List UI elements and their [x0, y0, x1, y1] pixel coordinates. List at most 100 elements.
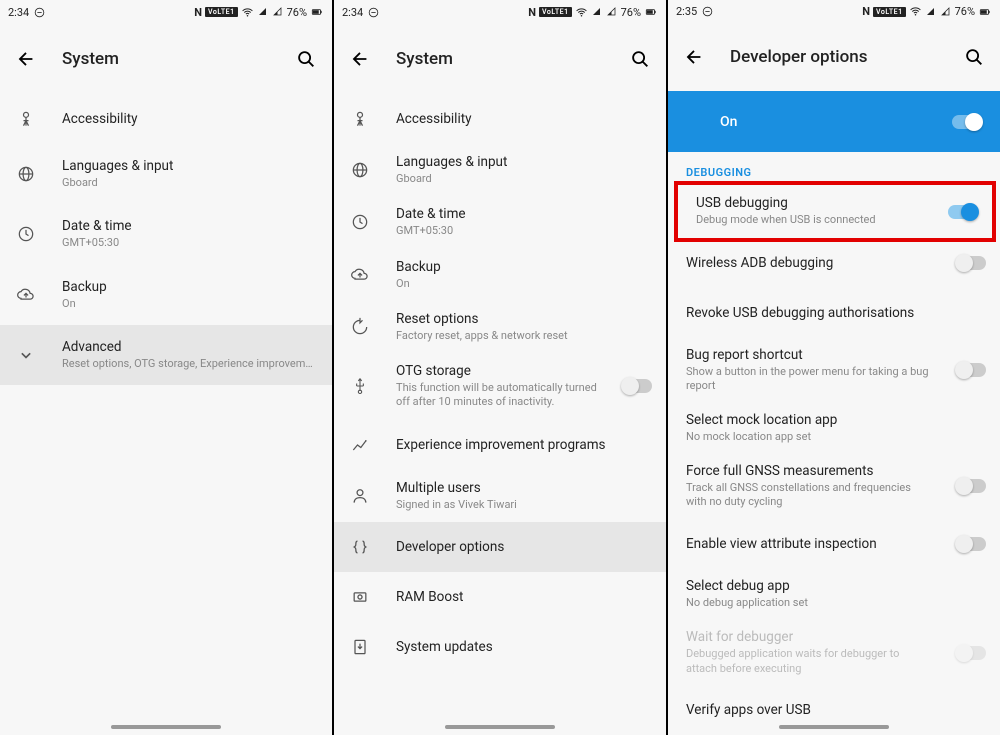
back-button[interactable] [14, 47, 38, 71]
back-icon [349, 48, 371, 70]
accessibility-icon [350, 109, 370, 129]
wifi-icon [575, 6, 588, 19]
item-date-time[interactable]: Date & timeGMT+05:30 [0, 204, 332, 264]
globe-icon [350, 160, 370, 180]
signal-icon [257, 6, 269, 18]
nfc-icon: N [862, 5, 870, 18]
item-ram-boost[interactable]: RAM Boost [334, 572, 666, 622]
clock-text: 2:34 [342, 6, 363, 19]
search-icon [629, 48, 651, 70]
accessibility-icon [16, 109, 36, 129]
page-title: System [396, 49, 604, 69]
battery-text: 76% [621, 6, 641, 19]
download-icon [350, 637, 370, 657]
item-wait-debugger: Wait for debuggerDebugged application wa… [668, 620, 1000, 685]
battery-icon [310, 5, 324, 19]
back-icon [683, 46, 705, 68]
search-button[interactable] [294, 47, 318, 71]
signal-icon [925, 6, 937, 18]
item-usb-debugging[interactable]: USB debuggingDebug mode when USB is conn… [678, 185, 992, 237]
item-system-updates[interactable]: System updates [334, 622, 666, 672]
bug-shortcut-toggle[interactable] [956, 363, 986, 377]
clock-icon [16, 224, 36, 244]
braces-icon [350, 537, 370, 557]
dnd-icon [33, 6, 46, 19]
status-bar: 2:34 N VoLTE1 76% [0, 0, 332, 24]
master-switch[interactable] [952, 115, 982, 129]
battery-icon [644, 5, 658, 19]
volte-badge: VoLTE1 [205, 7, 238, 17]
dnd-icon [701, 5, 714, 18]
app-bar: Developer options [668, 23, 1000, 91]
clock-text: 2:34 [8, 6, 29, 19]
item-languages[interactable]: Languages & inputGboard [334, 144, 666, 196]
status-bar: 2:34 N VoLTE1 76% [334, 0, 666, 24]
cloud-icon [350, 265, 370, 285]
back-button[interactable] [348, 47, 372, 71]
clock-icon [350, 212, 370, 232]
wireless-adb-toggle[interactable] [956, 256, 986, 270]
item-languages[interactable]: Languages & inputGboard [0, 144, 332, 204]
usb-debugging-toggle[interactable] [948, 205, 978, 219]
item-wireless-adb[interactable]: Wireless ADB debugging [668, 238, 1000, 288]
item-otg-storage[interactable]: OTG storageThis function will be automat… [334, 353, 666, 420]
battery-text: 76% [955, 5, 975, 18]
highlight-box: USB debuggingDebug mode when USB is conn… [674, 181, 996, 241]
item-reset-options[interactable]: Reset optionsFactory reset, apps & netwo… [334, 301, 666, 353]
user-icon [350, 486, 370, 506]
signal-icon [591, 6, 603, 18]
item-experience-programs[interactable]: Experience improvement programs [334, 420, 666, 470]
status-bar: 2:35 N VoLTE1 76% [668, 0, 1000, 23]
search-button[interactable] [628, 47, 652, 71]
item-accessibility[interactable]: Accessibility [0, 94, 332, 144]
item-accessibility[interactable]: Accessibility [334, 94, 666, 144]
battery-icon [978, 5, 992, 19]
item-advanced[interactable]: AdvancedReset options, OTG storage, Expe… [0, 325, 332, 385]
app-bar: System [334, 24, 666, 94]
item-revoke-auth[interactable]: Revoke USB debugging authorisations [668, 288, 1000, 338]
signal-half-icon [940, 6, 952, 18]
nav-handle[interactable] [445, 725, 555, 729]
screen-system-expanded: 2:34 N VoLTE1 76% System Accessibility L… [334, 0, 666, 735]
cloud-icon [16, 285, 36, 305]
screen-developer-options: 2:35 N VoLTE1 76% Developer options On D… [668, 0, 1000, 735]
search-button[interactable] [962, 45, 986, 69]
ram-icon [350, 587, 370, 607]
nav-handle[interactable] [111, 725, 221, 729]
screen-system-collapsed: 2:34 N VoLTE1 76% System Accessibility L… [0, 0, 332, 735]
search-icon [963, 46, 985, 68]
signal-half-icon [272, 6, 284, 18]
usb-icon [350, 376, 370, 396]
item-gnss[interactable]: Force full GNSS measurementsTrack all GN… [668, 454, 1000, 519]
back-button[interactable] [682, 45, 706, 69]
gnss-toggle[interactable] [956, 479, 986, 493]
app-bar: System [0, 24, 332, 94]
item-multiple-users[interactable]: Multiple usersSigned in as Vivek Tiwari [334, 470, 666, 522]
otg-toggle[interactable] [622, 379, 652, 393]
search-icon [295, 48, 317, 70]
globe-icon [16, 164, 36, 184]
wait-debugger-toggle [956, 646, 986, 660]
battery-text: 76% [287, 6, 307, 19]
clock-text: 2:35 [676, 5, 697, 18]
item-developer-options[interactable]: Developer options [334, 522, 666, 572]
item-backup[interactable]: BackupOn [334, 249, 666, 301]
item-date-time[interactable]: Date & timeGMT+05:30 [334, 196, 666, 248]
volte-badge: VoLTE1 [539, 7, 572, 17]
item-backup[interactable]: BackupOn [0, 265, 332, 325]
chevron-down-icon [16, 345, 36, 365]
nfc-icon: N [528, 6, 536, 19]
signal-half-icon [606, 6, 618, 18]
page-title: System [62, 49, 270, 69]
item-mock-location[interactable]: Select mock location appNo mock location… [668, 403, 1000, 454]
view-attr-toggle[interactable] [956, 537, 986, 551]
dev-options-master-toggle[interactable]: On [668, 91, 1000, 153]
wifi-icon [909, 5, 922, 18]
item-bug-report-shortcut[interactable]: Bug report shortcutShow a button in the … [668, 338, 1000, 403]
item-view-attr[interactable]: Enable view attribute inspection [668, 519, 1000, 569]
nav-handle[interactable] [779, 725, 889, 729]
volte-badge: VoLTE1 [873, 7, 906, 17]
chart-icon [350, 435, 370, 455]
item-debug-app[interactable]: Select debug appNo debug application set [668, 569, 1000, 620]
back-icon [15, 48, 37, 70]
